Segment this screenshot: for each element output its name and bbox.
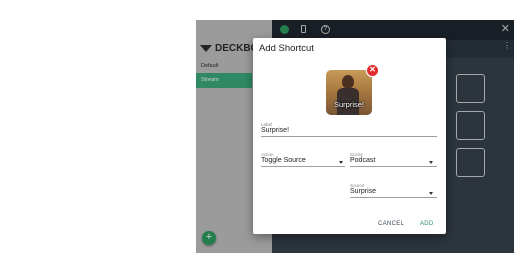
- chevron-down-icon[interactable]: [429, 161, 433, 164]
- add-shortcut-dialog: Add Shortcut Surprise! ✕ Label Surprise!…: [253, 38, 446, 234]
- chevron-down-icon[interactable]: [429, 192, 433, 195]
- source-select[interactable]: Surprise: [350, 188, 376, 195]
- action-select[interactable]: Toggle Source: [261, 157, 306, 164]
- add-button[interactable]: ADD: [420, 221, 434, 227]
- scene-select[interactable]: Podcast: [350, 157, 375, 164]
- image-figure: [337, 75, 359, 115]
- remove-image-icon[interactable]: ✕: [367, 65, 378, 76]
- chevron-down-icon[interactable]: [339, 161, 343, 164]
- label-input[interactable]: Surprise!: [261, 127, 289, 134]
- cancel-button[interactable]: CANCEL: [378, 221, 404, 227]
- shortcut-image[interactable]: Surprise!: [326, 70, 372, 115]
- source-underline: [350, 197, 437, 198]
- action-underline: [261, 166, 345, 167]
- label-underline: [261, 136, 437, 137]
- dialog-title: Add Shortcut: [259, 43, 314, 54]
- image-caption: Surprise!: [333, 100, 364, 109]
- scene-underline: [350, 166, 437, 167]
